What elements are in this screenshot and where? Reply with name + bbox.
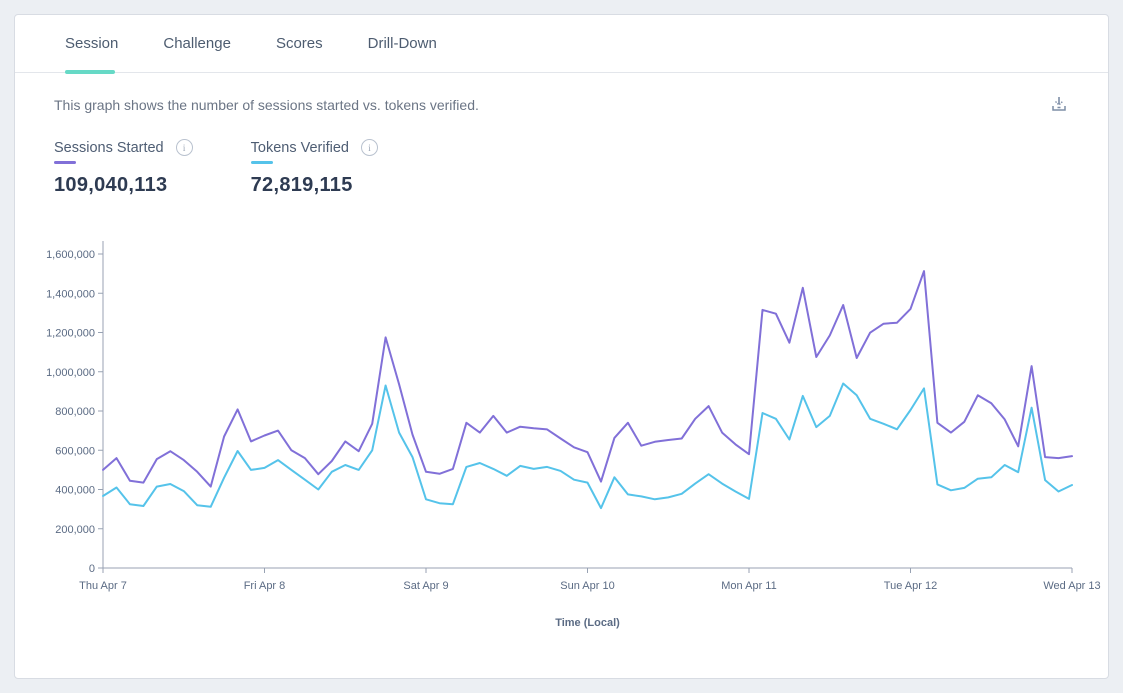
svg-text:Fri Apr 8: Fri Apr 8 [244,580,286,592]
svg-text:1,600,000: 1,600,000 [46,249,95,261]
svg-text:0: 0 [89,563,95,575]
svg-text:600,000: 600,000 [55,445,95,457]
svg-text:400,000: 400,000 [55,485,95,497]
svg-text:Wed Apr 13: Wed Apr 13 [1043,580,1100,592]
svg-text:800,000: 800,000 [55,406,95,418]
info-icon[interactable]: i [361,139,378,156]
svg-text:Sun Apr 10: Sun Apr 10 [560,580,614,592]
tab-bar: Session Challenge Scores Drill-Down [15,15,1108,73]
svg-text:Tue Apr 12: Tue Apr 12 [884,580,937,592]
tab-drill-down[interactable]: Drill-Down [368,15,437,72]
metric-color-bar [251,161,273,164]
metric-label: Tokens Verified [251,140,349,156]
chart-description: This graph shows the number of sessions … [54,97,479,113]
info-icon[interactable]: i [176,139,193,156]
svg-text:200,000: 200,000 [55,524,95,536]
tab-challenge[interactable]: Challenge [163,15,231,72]
metric-tokens-verified: Tokens Verified i 72,819,115 [251,139,378,197]
metric-color-bar [54,161,76,164]
sessions-tokens-line-chart[interactable]: 0 200,000 400,000 600,000 800,000 1,000,000 1,… [15,241,1110,661]
tab-session[interactable]: Session [65,15,118,72]
tab-scores[interactable]: Scores [276,15,323,72]
svg-text:Sat Apr 9: Sat Apr 9 [403,580,448,592]
metrics-row: Sessions Started i 109,040,113 Tokens Ve… [54,139,436,197]
svg-text:1,400,000: 1,400,000 [46,288,95,300]
metric-value: 109,040,113 [54,174,193,197]
svg-text:Thu Apr 7: Thu Apr 7 [79,580,127,592]
active-tab-underline [65,70,115,74]
chart-canvas: 0 200,000 400,000 600,000 800,000 1,000,000 1,… [15,241,1110,661]
svg-text:1,000,000: 1,000,000 [46,367,95,379]
page: Session Challenge Scores Drill-Down This… [0,0,1123,693]
download-button[interactable] [1043,89,1075,121]
download-icon [1049,94,1069,117]
svg-text:Mon Apr 11: Mon Apr 11 [721,580,776,592]
metric-sessions-started: Sessions Started i 109,040,113 [54,139,193,197]
metric-label: Sessions Started [54,140,164,156]
dashboard-card: Session Challenge Scores Drill-Down This… [14,14,1109,679]
svg-text:Time (Local): Time (Local) [555,617,620,629]
metric-value: 72,819,115 [251,174,378,197]
svg-text:1,200,000: 1,200,000 [46,328,95,340]
